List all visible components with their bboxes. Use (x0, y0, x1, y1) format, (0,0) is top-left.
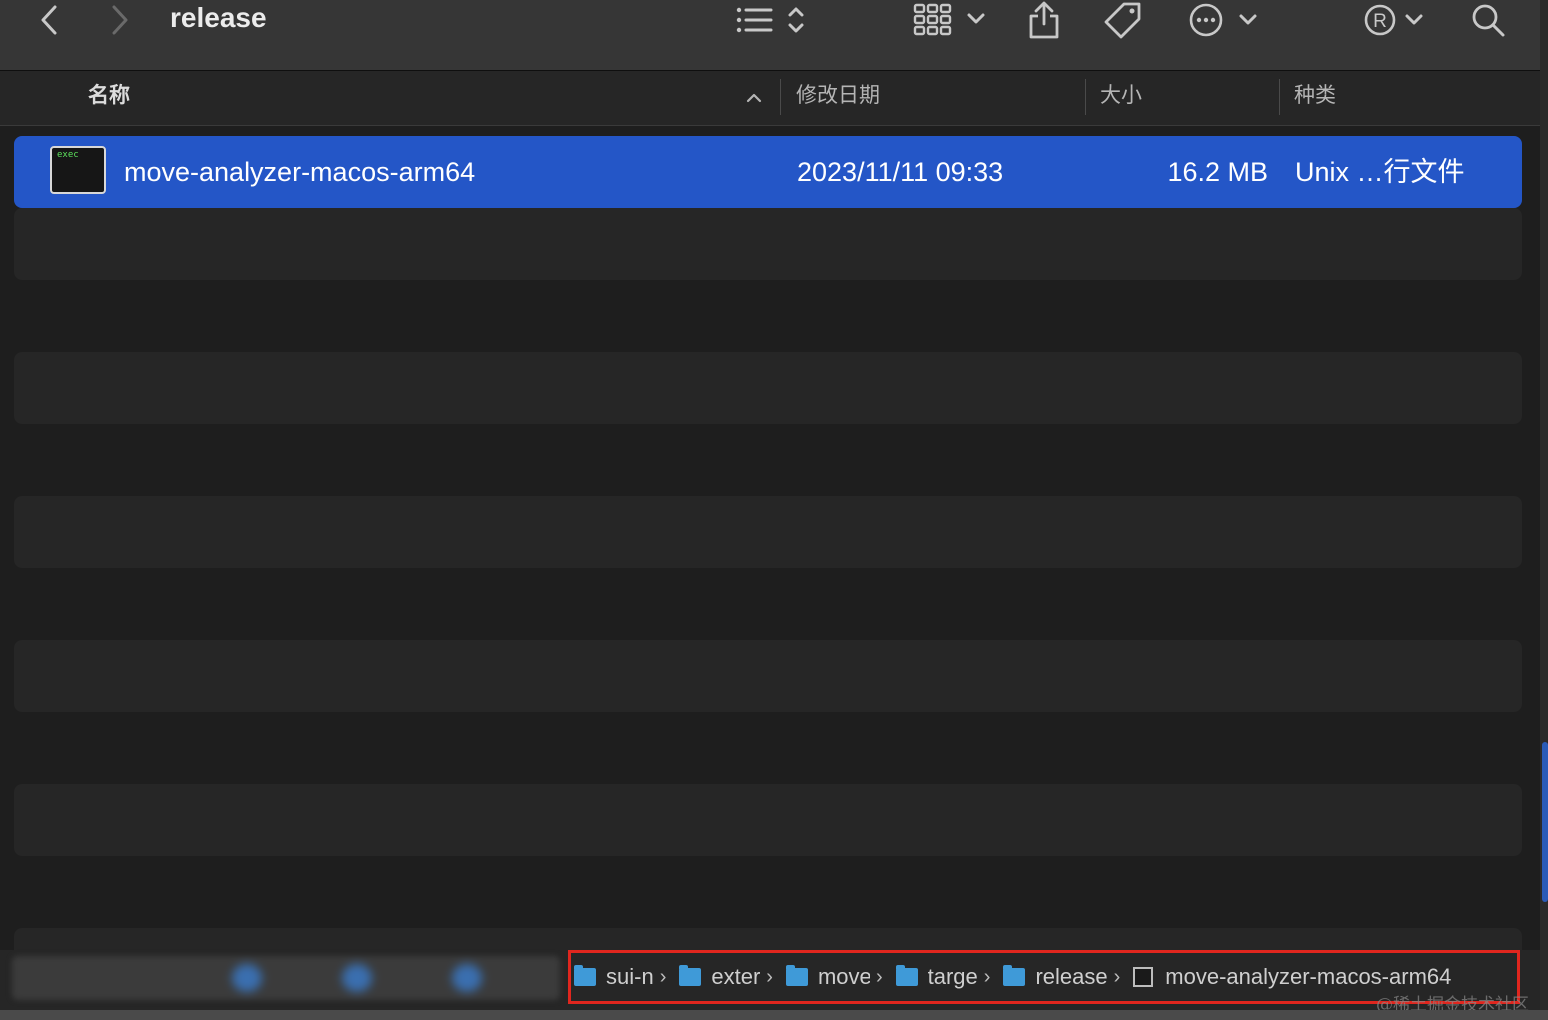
chevron-right-icon (112, 5, 128, 35)
grid-view-icon (913, 3, 985, 36)
executable-file-icon: exec (50, 146, 106, 194)
extension-button[interactable]: R (1362, 0, 1426, 40)
scrollbar-thumb[interactable] (1542, 742, 1548, 902)
blurred-icon (452, 964, 482, 992)
list-view-button[interactable] (735, 0, 810, 40)
tag-icon (1104, 2, 1141, 39)
list-view-icon (736, 7, 804, 33)
path-bar: sui-n › exter › move › targe › release ›… (0, 950, 1540, 1010)
bottom-strip (0, 1010, 1548, 1020)
file-row-selected[interactable]: exec move-analyzer-macos-arm64 2023/11/1… (14, 136, 1522, 208)
column-date-header[interactable]: 修改日期 (796, 71, 880, 125)
column-kind-header[interactable]: 种类 (1294, 71, 1336, 125)
file-kind: Unix …行文件 (1295, 157, 1465, 187)
blurred-icon (342, 964, 372, 992)
blurred-region (12, 956, 560, 1000)
chevron-left-icon (41, 5, 57, 35)
blurred-icon (232, 964, 262, 992)
share-icon (1029, 1, 1059, 39)
empty-row (14, 496, 1522, 568)
tag-button[interactable] (1102, 0, 1144, 40)
column-header: 名称 修改日期 大小 种类 (0, 71, 1540, 126)
column-divider[interactable] (1085, 79, 1086, 115)
folder-title: release (170, 2, 267, 33)
back-button[interactable] (34, 0, 64, 40)
column-name-header[interactable]: 名称 (88, 71, 130, 125)
registered-icon: R (1364, 4, 1423, 36)
svg-text:R: R (1373, 11, 1387, 32)
toolbar: release R (0, 0, 1540, 71)
finder-window: release R 名称 修改日期 大小 种类 exec move-analyz… (0, 0, 1548, 1020)
file-icon-label: exec (57, 150, 79, 160)
ellipsis-circle-icon (1189, 3, 1257, 37)
search-icon (1472, 4, 1505, 37)
column-divider[interactable] (780, 79, 781, 115)
empty-row (14, 640, 1522, 712)
column-size-header[interactable]: 大小 (1100, 71, 1142, 125)
file-name: move-analyzer-macos-arm64 (124, 157, 476, 187)
file-list: exec move-analyzer-macos-arm64 2023/11/1… (0, 126, 1540, 1000)
empty-row (14, 784, 1522, 856)
column-divider[interactable] (1279, 79, 1280, 115)
more-actions-button[interactable] (1188, 0, 1260, 40)
search-button[interactable] (1468, 0, 1508, 40)
file-modified-date: 2023/11/11 09:33 (797, 157, 1004, 187)
grid-view-button[interactable] (913, 0, 988, 40)
empty-row (14, 352, 1522, 424)
file-size: 16.2 MB (1167, 157, 1268, 187)
empty-row (14, 208, 1522, 280)
forward-button[interactable] (105, 0, 135, 40)
sort-ascending-icon[interactable] (744, 85, 764, 109)
share-button[interactable] (1026, 0, 1062, 40)
